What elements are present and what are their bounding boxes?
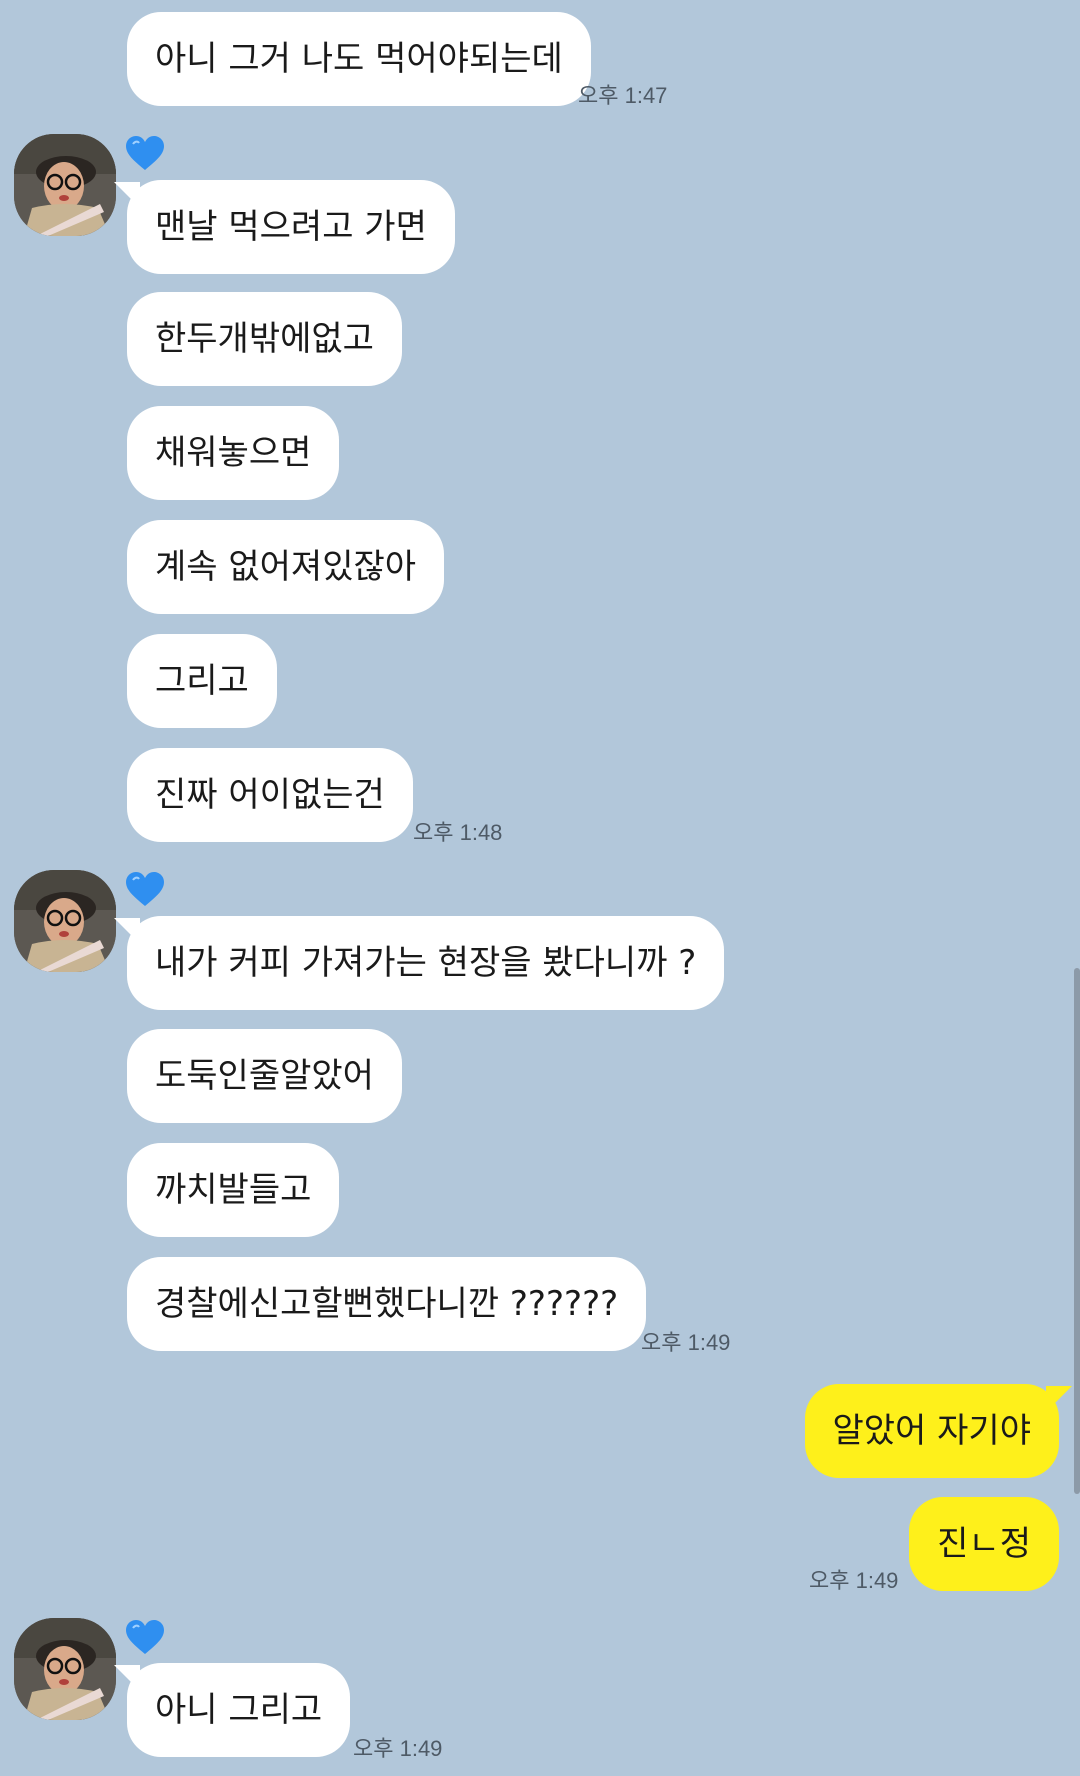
message-text: 까치발들고 bbox=[155, 1170, 312, 1210]
blue-heart-icon bbox=[126, 872, 164, 906]
message-bubble[interactable]: 아니 그거 나도 먹어야되는데 bbox=[127, 12, 591, 106]
message-text: 채워놓으면 bbox=[155, 433, 312, 473]
message-text: 그리고 bbox=[155, 661, 249, 701]
message-text: 진짜 어이없는건 bbox=[155, 775, 385, 815]
message-time: 오후 1:49 bbox=[809, 1568, 899, 1593]
message-text: 진ㄴ정 bbox=[937, 1524, 1031, 1564]
message-text: 내가 커피 가져가는 현장을 봤다니까 ? bbox=[155, 943, 697, 983]
message-text: 도둑인줄알았어 bbox=[155, 1056, 374, 1096]
message-time: 오후 1:47 bbox=[578, 83, 668, 108]
message-time: 오후 1:48 bbox=[413, 820, 503, 845]
sender-avatar[interactable] bbox=[14, 134, 116, 236]
message-text: 아니 그거 나도 먹어야되는데 bbox=[155, 39, 563, 79]
message-bubble[interactable]: 맨날 먹으려고 가면 bbox=[114, 180, 455, 274]
message-text: 계속 없어져있잖아 bbox=[155, 547, 417, 587]
message-bubble[interactable]: 경찰에신고할뻔했다니깐 ?????? bbox=[127, 1257, 647, 1351]
message-text: 아니 그리고 bbox=[155, 1690, 323, 1730]
sender-avatar[interactable] bbox=[14, 870, 116, 972]
blue-heart-icon bbox=[126, 1620, 164, 1654]
message-bubble-outgoing[interactable]: 알았어 자기야 bbox=[804, 1384, 1072, 1478]
message-bubble[interactable]: 계속 없어져있잖아 bbox=[127, 520, 445, 614]
message-bubble[interactable]: 그리고 bbox=[127, 634, 277, 728]
chat-area[interactable]: 아니 그거 나도 먹어야되는데 오후 1:47 맨날 먹으려고 가면 한두개밖에… bbox=[0, 0, 1080, 1776]
message-text: 알았어 자기야 bbox=[832, 1411, 1032, 1451]
scrollbar[interactable] bbox=[1074, 968, 1080, 1494]
message-text: 맨날 먹으려고 가면 bbox=[155, 207, 427, 247]
sender-avatar[interactable] bbox=[14, 1618, 116, 1720]
message-time: 오후 1:49 bbox=[353, 1736, 443, 1761]
message-bubble[interactable]: 채워놓으면 bbox=[127, 406, 340, 500]
message-bubble[interactable]: 내가 커피 가져가는 현장을 봤다니까 ? bbox=[113, 916, 725, 1010]
message-text: 경찰에신고할뻔했다니깐 ?????? bbox=[155, 1284, 619, 1324]
message-bubble[interactable]: 아니 그리고 bbox=[113, 1663, 351, 1757]
message-bubble[interactable]: 한두개밖에없고 bbox=[127, 292, 402, 386]
message-time: 오후 1:49 bbox=[641, 1330, 731, 1355]
message-bubble-outgoing[interactable]: 진ㄴ정 bbox=[909, 1497, 1059, 1591]
message-bubble[interactable]: 도둑인줄알았어 bbox=[127, 1029, 402, 1123]
blue-heart-icon bbox=[126, 136, 164, 170]
message-bubble[interactable]: 까치발들고 bbox=[127, 1143, 340, 1237]
message-text: 한두개밖에없고 bbox=[155, 319, 374, 359]
message-bubble[interactable]: 진짜 어이없는건 bbox=[127, 748, 413, 842]
